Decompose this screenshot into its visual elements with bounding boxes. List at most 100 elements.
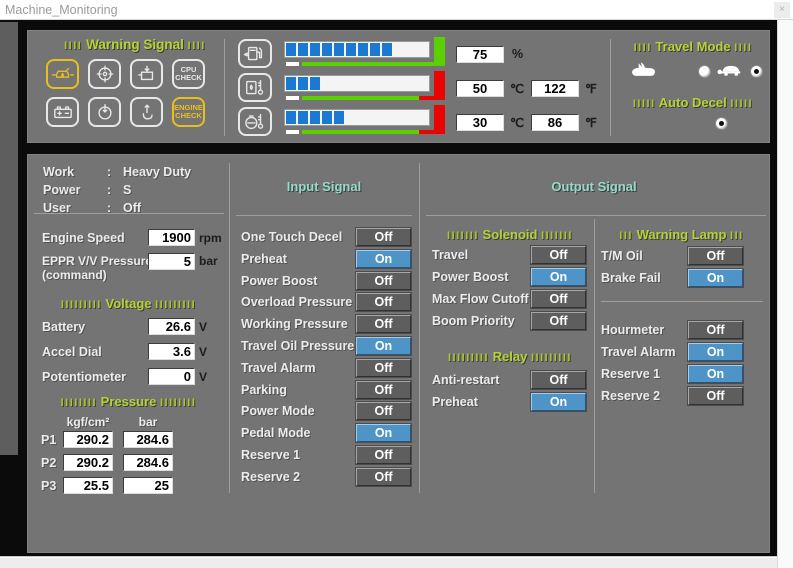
- input-row: Power ModeOff: [229, 402, 419, 424]
- input-label: Overload Pressure: [241, 295, 352, 309]
- auto-decel-radio[interactable]: [715, 117, 728, 130]
- wl-reserve-1-indicator[interactable]: On: [688, 365, 743, 383]
- input-row: Overload Pressure Off: [229, 293, 419, 315]
- eppr-unit: bar: [199, 254, 218, 268]
- input-row: Travel Alarm Off: [229, 359, 419, 381]
- fuel-level-value[interactable]: 75: [456, 46, 504, 63]
- input-label: Reserve 1: [241, 448, 300, 462]
- working-pressure-indicator[interactable]: Off: [356, 315, 411, 333]
- vertical-scrollbar[interactable]: [777, 20, 793, 568]
- overload-pressure-indicator[interactable]: Off: [356, 293, 411, 311]
- wl-travel-alarm-label: Travel Alarm: [601, 345, 676, 359]
- input-signal-divider: [236, 215, 412, 216]
- gauge-zero-tick: [286, 62, 299, 66]
- fuel-level-unit: %: [512, 47, 523, 61]
- eppr-value[interactable]: 5: [148, 253, 195, 270]
- brake-fail-indicator[interactable]: On: [688, 269, 743, 287]
- p2-bar-value[interactable]: 284.6: [123, 454, 173, 471]
- battery-value[interactable]: 26.6: [148, 318, 195, 335]
- p3-kgf-value[interactable]: 25.5: [63, 477, 113, 494]
- status-panel: IIII Warning Signal IIII CPU CHECK: [27, 30, 770, 143]
- p1-bar-value[interactable]: 284.6: [123, 431, 173, 448]
- fuel-gauge-track: [284, 41, 430, 58]
- solenoid-power-boost-indicator[interactable]: On: [531, 268, 586, 286]
- warning-lamp-header: III Warning Lamp III: [594, 227, 769, 242]
- tm-oil-label: T/M Oil: [601, 249, 643, 263]
- relay-anti-restart-indicator[interactable]: Off: [531, 371, 586, 389]
- preheat-indicator[interactable]: On: [356, 250, 411, 268]
- pressure-col2-header: bar: [123, 415, 173, 429]
- travel-mode-rabbit-radio[interactable]: [698, 65, 711, 78]
- input-label: Travel Oil Pressure: [241, 339, 354, 353]
- p3-bar-value[interactable]: 25: [123, 477, 173, 494]
- voltage-header: IIIIIIIII Voltage IIIIIIIII: [28, 296, 229, 311]
- solenoid-boom-priority-indicator[interactable]: Off: [531, 312, 586, 330]
- input-row: Preheat On: [229, 250, 419, 272]
- p3-label: P3: [41, 479, 56, 493]
- wl-travel-alarm-indicator[interactable]: On: [688, 343, 743, 361]
- relay-preheat-label: Preheat: [432, 395, 478, 409]
- one-touch-decel-indicator[interactable]: Off: [356, 228, 411, 246]
- hydraulic-oil-temp-c-value[interactable]: 50: [456, 80, 504, 97]
- travel-alarm-indicator[interactable]: Off: [356, 359, 411, 377]
- relay-anti-restart-label: Anti-restart: [432, 373, 499, 387]
- input-label: Working Pressure: [241, 317, 348, 331]
- fuel-gauge-row: 75 %: [28, 39, 628, 71]
- solenoid-travel-indicator[interactable]: Off: [531, 246, 586, 264]
- travel-mode-turtle-radio[interactable]: [750, 65, 763, 78]
- output-sub-divider: [594, 219, 595, 493]
- coolant-temp-underline: [286, 130, 445, 134]
- auto-decel-header: IIIII Auto Decel IIIII: [618, 95, 768, 110]
- hourmeter-indicator[interactable]: Off: [688, 321, 743, 339]
- fuel-gauge-underline: [286, 62, 445, 66]
- p1-kgf-value[interactable]: 290.2: [63, 431, 113, 448]
- info-divider: [34, 213, 224, 214]
- signals-panel: Work : Heavy Duty Power : S User : Off E…: [27, 154, 770, 553]
- input-label: Power Boost: [241, 274, 317, 288]
- content-canvas: IIII Warning Signal IIII CPU CHECK: [0, 20, 777, 556]
- relay-preheat-indicator[interactable]: On: [531, 393, 586, 411]
- power-mode-indicator[interactable]: Off: [356, 402, 411, 420]
- fahrenheit-unit: ℉: [585, 115, 597, 130]
- reserve-1-indicator[interactable]: Off: [356, 446, 411, 464]
- output-signal-title: Output Signal: [419, 179, 769, 194]
- engine-speed-label: Engine Speed: [42, 231, 125, 245]
- input-label: Preheat: [241, 252, 287, 266]
- parking-indicator[interactable]: Off: [356, 381, 411, 399]
- tm-oil-indicator[interactable]: Off: [688, 247, 743, 265]
- potentiometer-value[interactable]: 0: [148, 368, 195, 385]
- close-button[interactable]: ×: [774, 2, 790, 18]
- eppr-label: EPPR V/V Pressure: [42, 254, 152, 268]
- solenoid-max-flow-cutoff-indicator[interactable]: Off: [531, 290, 586, 308]
- solenoid-header: IIIIIII Solenoid IIIIIII: [426, 227, 594, 242]
- pedal-mode-indicator[interactable]: On: [356, 424, 411, 442]
- input-label: Parking: [241, 383, 287, 397]
- p2-kgf-value[interactable]: 290.2: [63, 454, 113, 471]
- reserve-2-indicator[interactable]: Off: [356, 468, 411, 486]
- accel-dial-value[interactable]: 3.6: [148, 343, 195, 360]
- column-divider-2: [419, 163, 420, 493]
- coolant-temp-c-value[interactable]: 30: [456, 114, 504, 131]
- solenoid-max-flow-cutoff-label: Max Flow Cutoff: [432, 292, 529, 306]
- relay-header: IIIIIIIII Relay IIIIIIIII: [426, 349, 594, 364]
- coolant-temp-icon: [238, 107, 272, 136]
- accel-dial-unit: V: [199, 345, 207, 359]
- input-label: One Touch Decel: [241, 230, 342, 244]
- horizontal-scrollbar[interactable]: [0, 556, 777, 568]
- input-label: Travel Alarm: [241, 361, 316, 375]
- power-label: Power: [43, 183, 81, 197]
- input-row: One Touch Decel Off: [229, 228, 419, 250]
- hydraulic-oil-temp-f-value[interactable]: 122: [531, 80, 579, 97]
- travel-oil-pressure-indicator[interactable]: On: [356, 337, 411, 355]
- wl-reserve-2-indicator[interactable]: Off: [688, 387, 743, 405]
- fahrenheit-unit: ℉: [585, 81, 597, 96]
- pressure-header: IIIIIIII Pressure IIIIIIII: [28, 394, 229, 409]
- coolant-temp-f-value[interactable]: 86: [531, 114, 579, 131]
- power-boost-indicator[interactable]: Off: [356, 272, 411, 290]
- battery-unit: V: [199, 320, 207, 334]
- fuel-pump-icon: [238, 39, 272, 68]
- accel-dial-label: Accel Dial: [42, 345, 102, 359]
- warning-lamp-divider: [601, 301, 763, 302]
- engine-speed-value[interactable]: 1900: [148, 229, 195, 246]
- solenoid-boom-priority-label: Boom Priority: [432, 314, 515, 328]
